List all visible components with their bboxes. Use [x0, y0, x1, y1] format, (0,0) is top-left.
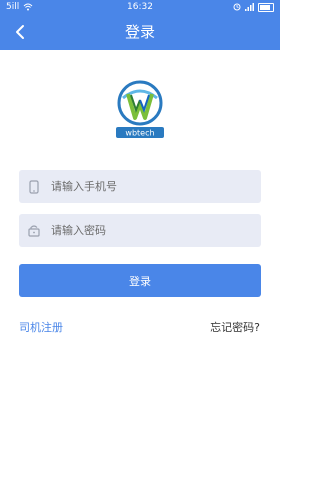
alarm-icon	[233, 3, 241, 11]
login-button[interactable]: 登录	[19, 264, 261, 297]
phone-icon	[19, 179, 49, 194]
lock-icon	[19, 224, 49, 237]
logo-text: wbtech	[125, 129, 154, 138]
wbtech-logo-icon: wbtech	[116, 80, 164, 138]
status-bar: 5ill 16:32	[0, 0, 280, 14]
nav-bar: 登录	[0, 14, 280, 50]
signal-icon	[245, 3, 254, 11]
app-logo: wbtech	[113, 80, 167, 140]
page-title: 登录	[124, 23, 155, 41]
phone-field[interactable]	[19, 169, 261, 204]
password-field[interactable]	[19, 213, 261, 248]
driver-register-link[interactable]: 司机注册	[19, 319, 63, 335]
status-right	[233, 0, 274, 14]
password-input[interactable]	[49, 213, 261, 248]
battery-icon	[258, 2, 274, 12]
phone-input[interactable]	[49, 169, 261, 204]
forgot-password-link[interactable]: 忘记密码?	[210, 319, 260, 335]
